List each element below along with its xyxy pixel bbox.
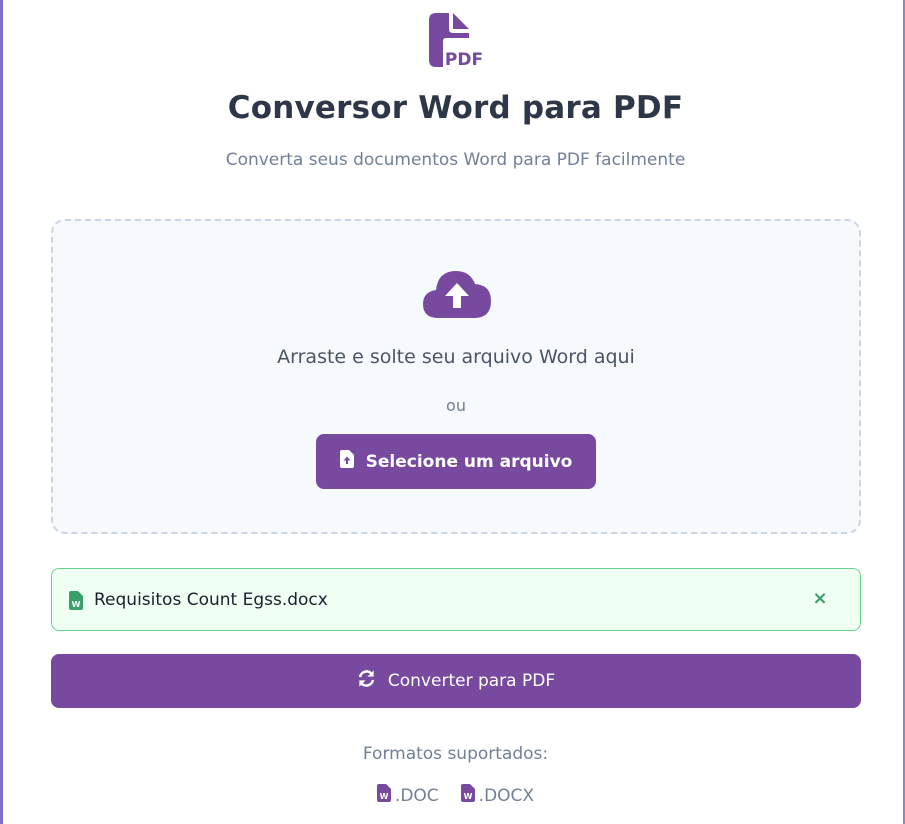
convert-button-label: Converter para PDF — [387, 671, 556, 691]
drop-instructions: Arraste e solte seu arquivo Word aqui — [277, 346, 635, 368]
supported-formats-list: W .DOC W .DOCX — [3, 784, 905, 807]
or-separator: ou — [446, 396, 466, 415]
format-label: .DOCX — [478, 785, 535, 806]
file-pdf-icon: PDF — [426, 12, 484, 70]
supported-formats-label: Formatos suportados: — [362, 744, 549, 764]
svg-text:PDF: PDF — [445, 50, 483, 70]
app-frame: PDF Conversor Word para PDF Converta seu… — [0, 0, 905, 824]
svg-text:W: W — [463, 792, 472, 801]
format-docx: W .DOCX — [460, 784, 535, 807]
page-title: Conversor Word para PDF — [227, 90, 684, 126]
file-word-icon: W — [69, 591, 83, 610]
select-file-label: Selecione um arquivo — [365, 451, 573, 472]
file-upload-icon — [339, 450, 354, 473]
remove-file-button[interactable]: × — [809, 587, 831, 611]
svg-text:W: W — [72, 600, 81, 609]
convert-button[interactable]: Converter para PDF — [51, 654, 861, 708]
format-doc: W .DOC — [376, 784, 439, 807]
file-word-icon: W — [460, 784, 475, 807]
selected-file-name: Requisitos Count Egss.docx — [94, 590, 328, 610]
file-dropzone[interactable]: Arraste e solte seu arquivo Word aqui ou… — [51, 219, 861, 534]
file-word-icon: W — [376, 784, 391, 807]
sync-icon — [357, 669, 376, 693]
select-file-button[interactable]: Selecione um arquivo — [316, 434, 596, 489]
svg-text:W: W — [380, 792, 389, 801]
format-label: .DOC — [394, 785, 439, 806]
cloud-upload-icon — [422, 268, 492, 320]
page-subtitle: Converta seus documentos Word para PDF f… — [225, 150, 686, 170]
selected-file-card: W Requisitos Count Egss.docx × — [51, 568, 861, 631]
